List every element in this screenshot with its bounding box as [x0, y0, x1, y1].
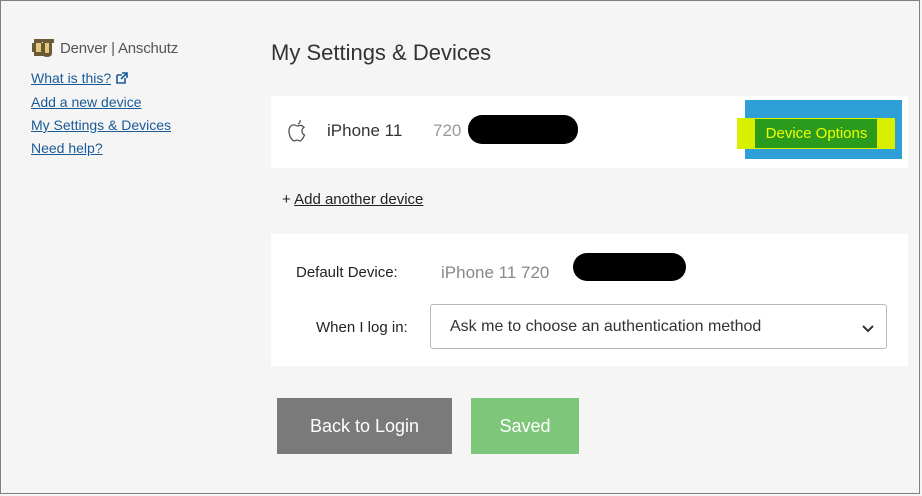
- external-link-icon: [116, 68, 128, 90]
- cu-logo-icon: [31, 37, 55, 59]
- redaction-mark: [468, 115, 578, 144]
- add-another-device-link[interactable]: Add another device: [294, 191, 423, 208]
- back-to-login-button[interactable]: Back to Login: [277, 398, 452, 454]
- chevron-down-icon: [862, 321, 874, 339]
- default-device-label: Default Device:: [296, 264, 398, 281]
- brand: Denver | Anschutz: [31, 36, 241, 60]
- brand-text: Denver | Anschutz: [60, 39, 179, 57]
- page-title: My Settings & Devices: [271, 40, 492, 65]
- saved-button[interactable]: Saved: [471, 398, 579, 454]
- default-device-value: iPhone 11 720: [441, 263, 550, 282]
- device-options-label: Device Options: [754, 119, 878, 148]
- device-name: iPhone 11: [327, 121, 403, 140]
- redaction-mark: [573, 253, 686, 281]
- login-method-select[interactable]: Ask me to choose an authentication metho…: [430, 304, 887, 349]
- sidebar-link-what-is-this[interactable]: What is this?: [31, 67, 241, 90]
- login-method-label: When I log in:: [316, 319, 408, 336]
- device-options-button[interactable]: Device Options: [737, 100, 902, 159]
- add-prefix: +: [282, 191, 291, 208]
- device-number: 720: [433, 121, 462, 140]
- login-method-value: Ask me to choose an authentication metho…: [450, 318, 762, 335]
- apple-icon: [287, 118, 307, 147]
- sidebar: Denver | Anschutz What is this? Add a ne…: [31, 36, 241, 159]
- highlight-marker: Device Options: [737, 118, 895, 149]
- sidebar-link-need-help[interactable]: Need help?: [31, 137, 241, 159]
- sidebar-link-settings-devices[interactable]: My Settings & Devices: [31, 114, 241, 136]
- add-another-device: + Add another device: [282, 191, 423, 208]
- device-card: iPhone 11 720 Device Options: [271, 96, 908, 168]
- sidebar-link-add-device[interactable]: Add a new device: [31, 91, 241, 113]
- settings-card: Default Device: iPhone 11 720 When I log…: [271, 234, 908, 366]
